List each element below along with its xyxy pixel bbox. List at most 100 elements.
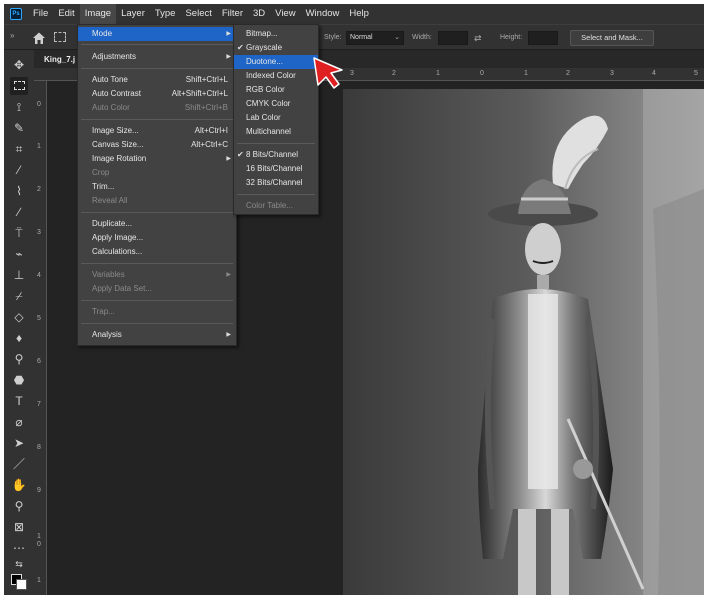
menu-item-label: Grayscale xyxy=(246,43,283,52)
menu-type[interactable]: Type xyxy=(150,4,181,24)
checkmark-icon: ✔ xyxy=(237,43,244,52)
panel-collapse-icon[interactable]: » xyxy=(10,31,14,40)
image-menu-reveal-all: Reveal All xyxy=(78,194,236,208)
ruler-number: 2 xyxy=(566,70,570,77)
menu-separator xyxy=(81,119,233,120)
line-tool-icon[interactable]: ／ xyxy=(10,455,28,473)
stamp-tool-icon[interactable]: ⊥ xyxy=(10,266,28,284)
menu-item-label: Image Rotation xyxy=(92,154,147,163)
image-menu-analysis[interactable]: Analysis ▶ xyxy=(78,328,236,342)
document-tab[interactable]: King_7.j xyxy=(44,52,75,68)
home-icon[interactable] xyxy=(32,31,46,45)
height-label: Height: xyxy=(500,34,523,41)
style-select[interactable]: Normal ⌄ xyxy=(346,31,404,45)
mode-cmyk-color[interactable]: CMYK Color xyxy=(234,97,318,111)
king-portrait-photo xyxy=(343,89,704,595)
menu-layer[interactable]: Layer xyxy=(116,4,150,24)
direct-selection-tool-icon[interactable]: ➤ xyxy=(10,434,28,452)
menu-edit[interactable]: Edit xyxy=(53,4,79,24)
history-brush-tool-icon[interactable]: ⌁ xyxy=(10,245,28,263)
menu-filter[interactable]: Filter xyxy=(217,4,248,24)
image-menu-image-size[interactable]: Image Size... Alt+Ctrl+I xyxy=(78,124,236,138)
menu-image[interactable]: Image xyxy=(79,4,117,24)
menu-help[interactable]: Help xyxy=(344,4,374,24)
image-menu-adjustments[interactable]: Adjustments ▶ xyxy=(78,50,236,64)
image-menu-mode[interactable]: Mode ▶ xyxy=(78,27,236,41)
vertical-ruler[interactable]: 0 1 2 3 4 5 6 7 8 9 1 0 1 xyxy=(34,81,47,595)
menu-file[interactable]: File xyxy=(28,4,53,24)
mode-16-bits[interactable]: 16 Bits/Channel xyxy=(234,162,318,176)
gradient-tool-icon[interactable]: ◇ xyxy=(10,308,28,326)
ruler-number: 7 xyxy=(37,401,41,408)
menu-3d[interactable]: 3D xyxy=(248,4,270,24)
mode-duotone[interactable]: Duotone... xyxy=(234,55,318,69)
image-menu-trap: Trap... xyxy=(78,305,236,319)
checkmark-icon: ✔ xyxy=(237,150,244,159)
image-menu-auto-tone[interactable]: Auto Tone Shift+Ctrl+L xyxy=(78,73,236,87)
quick-selection-tool-icon[interactable]: ✎ xyxy=(10,119,28,137)
image-menu-calculations[interactable]: Calculations... xyxy=(78,245,236,259)
width-input[interactable] xyxy=(438,31,468,45)
menu-view[interactable]: View xyxy=(270,4,300,24)
height-input[interactable] xyxy=(528,31,558,45)
ruler-number: 5 xyxy=(37,315,41,322)
blur-tool-icon[interactable]: ♦ xyxy=(10,329,28,347)
mode-8-bits[interactable]: ✔ 8 Bits/Channel xyxy=(234,148,318,162)
select-and-mask-button[interactable]: Select and Mask... xyxy=(570,30,654,46)
menu-select[interactable]: Select xyxy=(180,4,216,24)
menu-item-label: Calculations... xyxy=(92,247,143,256)
menu-separator xyxy=(81,300,233,301)
frame-tool-icon[interactable]: ⊠ xyxy=(10,518,28,536)
swap-colors-icon[interactable]: ⇆ xyxy=(10,555,28,573)
spot-healing-tool-icon[interactable]: ⌇ xyxy=(10,182,28,200)
image-menu-apply-image[interactable]: Apply Image... xyxy=(78,231,236,245)
pen-tool-icon[interactable]: ⬣ xyxy=(10,371,28,389)
mode-indexed-color[interactable]: Indexed Color xyxy=(234,69,318,83)
rectangular-marquee-option-icon[interactable] xyxy=(54,32,66,42)
submenu-arrow-icon: ▶ xyxy=(226,156,231,162)
menu-item-label: Color Table... xyxy=(246,201,293,210)
menu-item-shortcut: Shift+Ctrl+L xyxy=(185,75,228,84)
background-color-swatch[interactable] xyxy=(16,579,27,590)
hand-tool-icon[interactable]: ✋ xyxy=(10,476,28,494)
rectangular-marquee-tool-icon[interactable] xyxy=(10,77,28,95)
type-tool-icon[interactable]: T xyxy=(10,392,28,410)
image-menu-trim[interactable]: Trim... xyxy=(78,180,236,194)
menu-window[interactable]: Window xyxy=(301,4,345,24)
image-menu-auto-contrast[interactable]: Auto Contrast Alt+Shift+Ctrl+L xyxy=(78,87,236,101)
mode-lab-color[interactable]: Lab Color xyxy=(234,111,318,125)
swap-dimensions-icon[interactable]: ⇄ xyxy=(474,33,482,44)
ruler-number: 4 xyxy=(652,70,656,77)
menu-item-label: Auto Contrast xyxy=(92,89,141,98)
zoom-tool-icon[interactable]: ⚲ xyxy=(10,497,28,515)
crop-tool-icon[interactable]: ⌗ xyxy=(10,140,28,158)
menu-separator xyxy=(81,212,233,213)
menu-item-label: CMYK Color xyxy=(246,99,291,108)
path-selection-tool-icon[interactable]: ⌀ xyxy=(10,413,28,431)
menu-separator xyxy=(237,194,315,195)
image-menu-duplicate[interactable]: Duplicate... xyxy=(78,217,236,231)
menu-item-label: Crop xyxy=(92,168,110,177)
style-label: Style: xyxy=(324,34,342,41)
menu-item-label: 8 Bits/Channel xyxy=(246,150,299,159)
menu-bar: Ps File Edit Image Layer Type Select Fil… xyxy=(4,4,704,24)
dodge-tool-icon[interactable]: ⚲ xyxy=(10,350,28,368)
mode-grayscale[interactable]: ✔ Grayscale xyxy=(234,41,318,55)
brush-tool-icon[interactable]: ∕ xyxy=(10,203,28,221)
eyedropper-tool-icon[interactable]: ⁄ xyxy=(10,161,28,179)
menu-item-label: Apply Data Set... xyxy=(92,284,153,293)
mode-multichannel[interactable]: Multichannel xyxy=(234,125,318,139)
photoshop-logo-icon: Ps xyxy=(10,8,22,20)
image-menu-canvas-size[interactable]: Canvas Size... Alt+Ctrl+C xyxy=(78,138,236,152)
eraser-tool-icon[interactable]: ⌿ xyxy=(10,287,28,305)
image-menu-image-rotation[interactable]: Image Rotation ▶ xyxy=(78,152,236,166)
move-tool-icon[interactable]: ✥ xyxy=(10,56,28,74)
tools-panel: ✥ ⟟ ✎ ⌗ ⁄ ⌇ ∕ ⍡ ⌁ ⊥ ⌿ ◇ ♦ ⚲ ⬣ T ⌀ ➤ ／ ✋ … xyxy=(4,50,34,595)
menu-item-label: RGB Color xyxy=(246,85,285,94)
mode-rgb-color[interactable]: RGB Color xyxy=(234,83,318,97)
mode-bitmap[interactable]: Bitmap... xyxy=(234,27,318,41)
lasso-tool-icon[interactable]: ⟟ xyxy=(10,98,28,116)
mode-32-bits[interactable]: 32 Bits/Channel xyxy=(234,176,318,190)
submenu-arrow-icon: ▶ xyxy=(226,31,231,37)
clone-stamp-tool-icon[interactable]: ⍡ xyxy=(10,224,28,242)
